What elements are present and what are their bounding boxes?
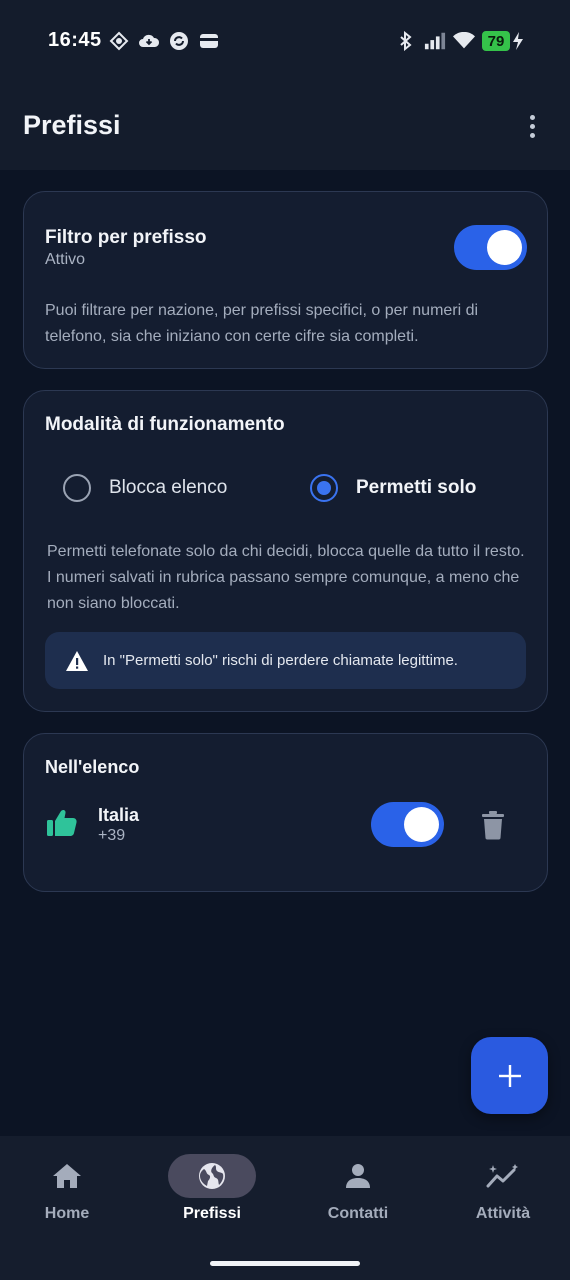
status-time: 16:45 <box>48 29 102 51</box>
activity-icon <box>486 1163 520 1189</box>
nav-icon-container <box>314 1154 402 1198</box>
filter-description: Puoi filtrare per nazione, per prefissi … <box>45 302 479 345</box>
nav-label: Attività <box>475 1205 531 1222</box>
wifi-icon <box>453 30 475 52</box>
thumbs-up-icon <box>46 808 78 840</box>
bluetooth-icon <box>395 30 417 52</box>
nav-icon-container <box>23 1154 111 1198</box>
sync-icon <box>168 30 190 52</box>
warning-text: In "Permetti solo" rischi di perdere chi… <box>103 652 458 669</box>
warning-icon <box>65 650 89 672</box>
globe-icon <box>198 1162 226 1190</box>
radio-button-unselected[interactable] <box>63 474 91 502</box>
charging-icon <box>512 30 524 52</box>
plus-icon <box>498 1064 522 1088</box>
battery-icon: 79 <box>482 31 510 51</box>
nav-icon-container <box>459 1154 547 1198</box>
home-icon <box>52 1163 82 1189</box>
wallet-icon <box>198 30 220 52</box>
radio-option-block-list[interactable]: Blocca elenco <box>63 471 227 505</box>
item-name: Italia <box>98 805 140 825</box>
filter-title: Filtro per prefisso <box>45 227 207 248</box>
list-title: Nell'elenco <box>45 757 140 777</box>
mode-card: Modalità di funzionamento Blocca elenco … <box>23 390 548 712</box>
toggle-knob <box>404 807 439 842</box>
add-prefix-button[interactable] <box>471 1037 548 1114</box>
nav-item-attivita[interactable]: Attività <box>432 1136 570 1236</box>
app-bar: Prefissi <box>0 82 570 170</box>
list-item: Italia +39 <box>24 798 547 854</box>
item-toggle[interactable] <box>371 802 444 847</box>
nav-label: Home <box>44 1205 90 1222</box>
nav-item-home[interactable]: Home <box>0 1136 138 1236</box>
mode-description: Permetti telefonate solo da chi decidi, … <box>47 543 525 612</box>
nav-label: Prefissi <box>183 1205 241 1222</box>
nav-item-contatti[interactable]: Contatti <box>287 1136 429 1236</box>
list-card: Nell'elenco Italia +39 <box>23 733 548 892</box>
trash-icon[interactable] <box>480 810 508 840</box>
screen: 16:45 79 Prefissi Filtro per prefisso At… <box>0 0 570 1280</box>
gauge-icon <box>108 30 130 52</box>
radio-option-allow-only[interactable]: Permetti solo <box>310 471 476 505</box>
bottom-nav: Home Prefissi Contatti Attività <box>0 1136 570 1280</box>
filter-toggle[interactable] <box>454 225 527 270</box>
nav-item-prefissi[interactable]: Prefissi <box>141 1136 283 1236</box>
item-code: +39 <box>98 827 126 844</box>
cloud-icon <box>138 30 160 52</box>
filter-card: Filtro per prefisso Attivo Puoi filtrare… <box>23 191 548 369</box>
page-title: Prefissi <box>23 110 121 140</box>
nav-label: Contatti <box>327 1205 389 1222</box>
status-bar: 16:45 79 <box>0 0 570 82</box>
home-indicator[interactable] <box>210 1261 360 1266</box>
status-icons-right: 79 <box>395 30 524 52</box>
more-vertical-icon[interactable] <box>516 110 548 142</box>
person-icon <box>345 1163 371 1189</box>
filter-status: Attivo <box>45 251 86 268</box>
warning-box: In "Permetti solo" rischi di perdere chi… <box>45 632 526 689</box>
signal-icon <box>424 30 446 52</box>
mode-title: Modalità di funzionamento <box>45 414 285 435</box>
radio-button-selected[interactable] <box>310 474 338 502</box>
toggle-knob <box>487 230 522 265</box>
status-icons-left <box>108 30 220 52</box>
radio-label: Blocca elenco <box>109 477 228 498</box>
radio-label: Permetti solo <box>356 477 477 498</box>
nav-icon-container <box>168 1154 256 1198</box>
